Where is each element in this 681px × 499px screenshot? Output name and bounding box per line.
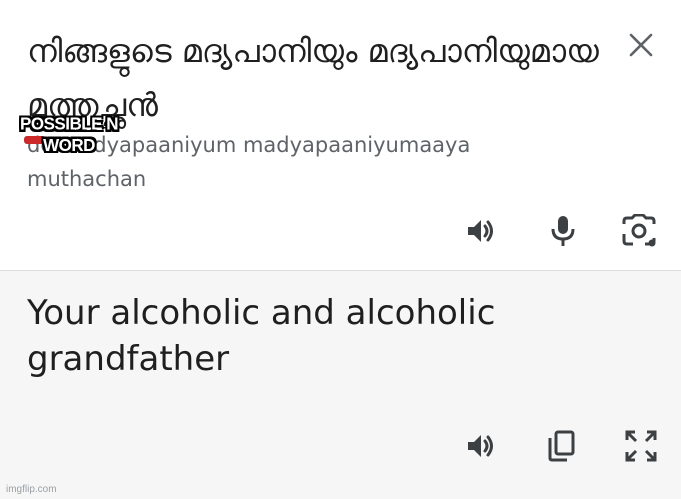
source-panel: നിങ്ങളുടെ മദ്യപാനിയും മദ്യപാനിയുമായ മുത്…: [0, 0, 681, 270]
fullscreen-button[interactable]: [621, 426, 661, 466]
translation-text: Your alcoholic and alcoholic grandfather: [27, 293, 496, 379]
speaker-icon: [468, 220, 493, 242]
close-icon: [629, 33, 653, 57]
copy-icon: [548, 430, 575, 462]
listen-source-button[interactable]: [461, 211, 501, 251]
camera-lens-button[interactable]: [619, 211, 659, 251]
speaker-icon: [468, 435, 493, 457]
microphone-icon: [551, 216, 575, 246]
listen-translation-button[interactable]: [461, 426, 501, 466]
meme-caption: POSSIBLE N WORD: [20, 114, 118, 155]
fullscreen-icon: [625, 430, 657, 462]
lens-camera-icon: [622, 214, 656, 247]
watermark: imgflip.com: [6, 484, 57, 495]
translation-panel: Your alcoholic and alcoholic grandfather: [0, 271, 681, 499]
close-button[interactable]: [622, 26, 660, 64]
microphone-button[interactable]: [543, 211, 583, 251]
copy-button[interactable]: [541, 426, 581, 466]
